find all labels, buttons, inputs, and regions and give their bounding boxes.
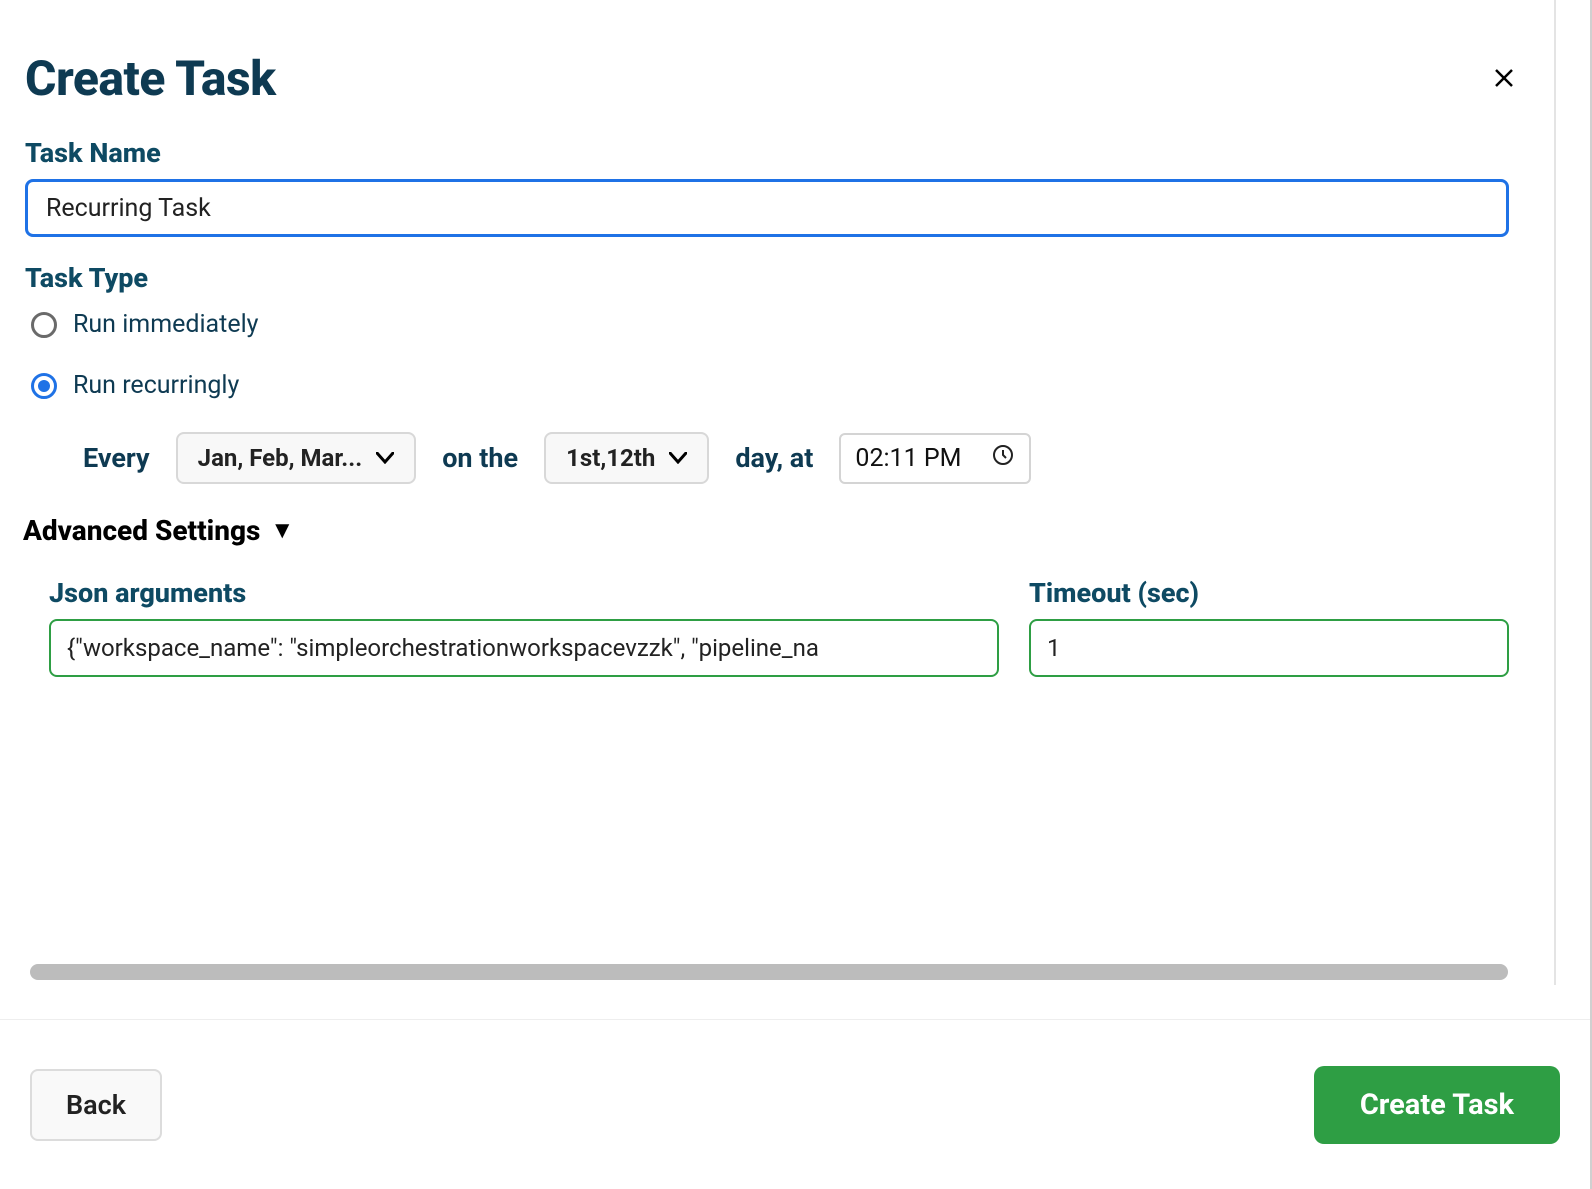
chevron-down-icon (669, 448, 687, 469)
clock-icon (991, 443, 1015, 474)
json-args-column: Json arguments (49, 577, 999, 677)
days-dropdown-value: 1st,12th (566, 444, 655, 472)
timeout-label: Timeout (sec) (1029, 577, 1509, 609)
schedule-dayat-label: day, at (735, 442, 813, 474)
horizontal-scrollbar-thumb[interactable] (30, 964, 1508, 980)
close-icon (1492, 61, 1516, 97)
timeout-column: Timeout (sec) (1029, 577, 1509, 677)
radio-immediately[interactable] (31, 312, 57, 338)
schedule-every-label: Every (83, 442, 150, 474)
horizontal-scrollbar[interactable] (30, 964, 1528, 980)
close-button[interactable] (1484, 55, 1524, 103)
advanced-settings-label: Advanced Settings (23, 514, 260, 547)
timeout-input[interactable] (1029, 619, 1509, 677)
modal-header: Create Task (0, 0, 1554, 137)
task-name-input[interactable] (25, 179, 1509, 237)
months-dropdown[interactable]: Jan, Feb, Mar... (176, 432, 417, 484)
form-body: Task Name Task Type Run immediately Run … (0, 137, 1532, 677)
create-task-modal: Create Task Task Name Task Type Run imme… (0, 0, 1592, 1189)
schedule-onthe-label: on the (442, 442, 518, 474)
radio-immediately-label: Run immediately (73, 310, 259, 339)
radio-recurringly-label: Run recurringly (73, 371, 239, 400)
task-type-radio-group: Run immediately Run recurringly (25, 310, 1507, 400)
advanced-settings-row: Json arguments Timeout (sec) (49, 577, 1507, 677)
time-input[interactable]: 02:11 PM (839, 433, 1031, 484)
months-dropdown-value: Jan, Feb, Mar... (198, 444, 363, 472)
modal-scroll-area: Create Task Task Name Task Type Run imme… (0, 0, 1556, 985)
radio-row-recurringly[interactable]: Run recurringly (31, 371, 1507, 400)
radio-recurringly[interactable] (31, 373, 57, 399)
advanced-settings-toggle[interactable]: Advanced Settings ▼ (23, 514, 1507, 547)
json-args-label: Json arguments (49, 577, 999, 609)
days-dropdown[interactable]: 1st,12th (544, 432, 709, 484)
schedule-row: Every Jan, Feb, Mar... on the 1st,12th d… (83, 432, 1507, 484)
modal-title: Create Task (25, 50, 276, 107)
time-value: 02:11 PM (855, 444, 961, 473)
task-type-label: Task Type (25, 262, 1507, 294)
radio-row-immediately[interactable]: Run immediately (31, 310, 1507, 339)
back-button[interactable]: Back (30, 1069, 162, 1141)
json-args-input[interactable] (49, 619, 999, 677)
create-task-button[interactable]: Create Task (1314, 1066, 1560, 1144)
modal-footer: Back Create Task (0, 1019, 1590, 1189)
task-name-label: Task Name (25, 137, 1507, 169)
chevron-down-icon (376, 448, 394, 469)
triangle-down-icon: ▼ (270, 516, 294, 545)
